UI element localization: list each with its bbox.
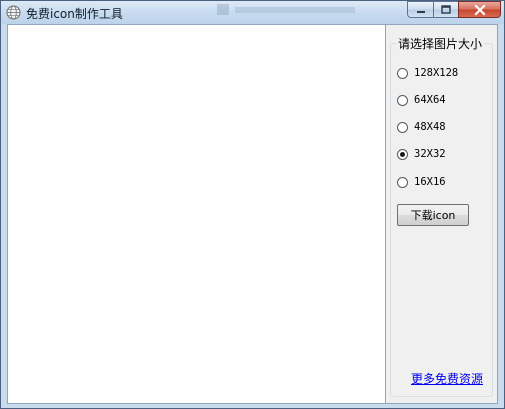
close-icon: [473, 3, 486, 16]
title-bar[interactable]: 免费icon制作工具: [1, 1, 504, 24]
background-window-ghost: [217, 4, 355, 15]
radio-button[interactable]: [397, 121, 408, 133]
more-resources-link[interactable]: 更多免费资源: [411, 370, 483, 387]
window-controls: [407, 1, 501, 19]
app-window: 免费icon制作工具 请选择图片大小 128X128 64X64 48X48 3…: [0, 0, 505, 409]
size-option-label: 48X48: [414, 121, 446, 133]
size-option-label: 16X16: [414, 176, 446, 188]
download-icon-button[interactable]: 下载icon: [397, 204, 469, 226]
size-option-48[interactable]: 48X48: [397, 119, 446, 135]
radio-button[interactable]: [397, 94, 408, 106]
image-preview-canvas[interactable]: [8, 25, 386, 403]
radio-button[interactable]: [397, 148, 408, 160]
close-button[interactable]: [458, 1, 501, 18]
size-option-128[interactable]: 128X128: [397, 65, 458, 81]
client-area: 请选择图片大小 128X128 64X64 48X48 32X32 16X16 …: [7, 24, 498, 404]
globe-icon: [6, 5, 21, 20]
minimize-icon: [416, 10, 425, 13]
size-option-64[interactable]: 64X64: [397, 92, 446, 108]
radio-button[interactable]: [397, 67, 408, 79]
radio-button[interactable]: [397, 176, 408, 188]
size-group-legend: 请选择图片大小: [396, 35, 485, 52]
maximize-button[interactable]: [433, 1, 458, 18]
size-option-16[interactable]: 16X16: [397, 174, 446, 190]
size-option-label: 64X64: [414, 94, 446, 106]
size-option-32[interactable]: 32X32: [397, 146, 446, 162]
size-option-label: 32X32: [414, 148, 446, 160]
window-title: 免费icon制作工具: [26, 7, 123, 21]
minimize-button[interactable]: [407, 1, 433, 18]
maximize-icon: [441, 4, 451, 14]
size-option-label: 128X128: [414, 67, 459, 79]
